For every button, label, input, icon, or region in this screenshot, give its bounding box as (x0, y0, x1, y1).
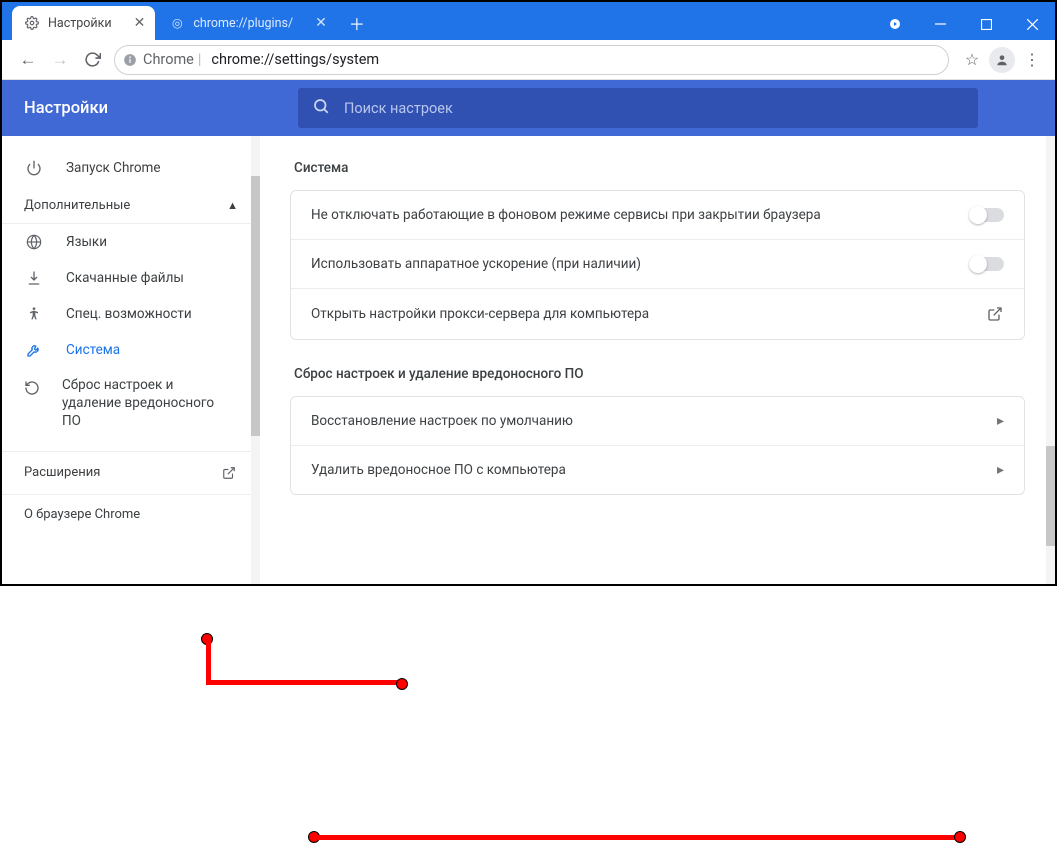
chevron-up-icon: ▲ (227, 199, 238, 212)
sidebar-link-about[interactable]: О браузере Chrome (2, 494, 260, 534)
sidebar-item-label: Запуск Chrome (66, 160, 161, 176)
address-bar: ← → Chrome | chrome://settings/system ☆ … (2, 40, 1055, 80)
sidebar: Запуск Chrome Дополнительные ▲ Языки Ска… (2, 136, 260, 584)
restore-icon (24, 378, 40, 398)
globe-icon (24, 232, 44, 252)
row-label: Открыть настройки прокси-сервера для ком… (311, 306, 649, 322)
reload-button[interactable] (76, 44, 108, 76)
row-label: Не отключать работающие в фоновом режиме… (311, 207, 821, 223)
close-icon[interactable]: ✕ (315, 15, 327, 31)
settings-main: Система Не отключать работающие в фоново… (260, 136, 1055, 584)
chevron-right-icon: ▸ (997, 413, 1004, 429)
sidebar-item-label: Сброс настроек и удаление вредоносного П… (62, 376, 234, 431)
sidebar-link-extensions[interactable]: Расширения (2, 451, 260, 494)
toggle-hardware-accel[interactable] (970, 257, 1004, 271)
profile-button[interactable] (989, 47, 1015, 73)
sidebar-section-advanced[interactable]: Дополнительные ▲ (2, 188, 260, 224)
close-icon[interactable]: ✕ (134, 15, 146, 31)
sidebar-scrollbar[interactable] (251, 136, 260, 584)
new-tab-button[interactable]: ＋ (343, 9, 371, 37)
url-prefix-text: Chrome (143, 51, 194, 68)
sidebar-item-accessibility[interactable]: Спец. возможности (2, 296, 250, 332)
tab-label: chrome://plugins/ (193, 16, 293, 31)
accessibility-icon (24, 304, 44, 324)
row-background-apps[interactable]: Не отключать работающие в фоновом режиме… (291, 191, 1024, 240)
row-proxy-settings[interactable]: Открыть настройки прокси-сервера для ком… (291, 289, 1024, 339)
tab-label: Настройки (48, 16, 112, 31)
download-icon (24, 268, 44, 288)
settings-search-input[interactable] (344, 100, 964, 117)
url-field[interactable]: Chrome | chrome://settings/system (114, 45, 949, 75)
toggle-background-apps[interactable] (970, 208, 1004, 222)
close-button[interactable] (1009, 8, 1055, 40)
sidebar-link-label: Расширения (24, 465, 100, 480)
row-label: Восстановление настроек по умолчанию (311, 413, 573, 429)
main-scrollbar[interactable] (1046, 136, 1055, 584)
sidebar-link-label: О браузере Chrome (24, 507, 140, 522)
sidebar-item-reset[interactable]: Сброс настроек и удаление вредоносного П… (2, 368, 250, 439)
forward-button[interactable]: → (44, 44, 76, 76)
row-label: Удалить вредоносное ПО с компьютера (311, 462, 566, 478)
open-external-icon (220, 464, 238, 482)
url-text: chrome://settings/system (211, 51, 379, 68)
power-icon (24, 158, 44, 178)
sidebar-item-system[interactable]: Система (2, 332, 250, 368)
bookmark-button[interactable]: ☆ (959, 47, 985, 73)
sidebar-section-label: Дополнительные (24, 198, 130, 213)
sidebar-item-label: Система (66, 342, 120, 358)
kebab-menu-button[interactable]: ⋮ (1019, 47, 1045, 73)
sidebar-item-label: Скачанные файлы (66, 270, 184, 286)
sidebar-item-label: Языки (66, 234, 107, 250)
settings-title: Настройки (24, 99, 108, 118)
tabs-strip: Настройки ✕ ◎ chrome://plugins/ ✕ ＋ (2, 6, 371, 40)
section-title-reset: Сброс настроек и удаление вредоносного П… (294, 366, 1025, 382)
chrome-icon: ◎ (169, 15, 185, 31)
maximize-button[interactable] (963, 8, 1009, 40)
sidebar-item-languages[interactable]: Языки (2, 224, 250, 260)
card-system: Не отключать работающие в фоновом режиме… (290, 190, 1025, 340)
search-icon (312, 97, 330, 119)
open-external-icon (986, 305, 1004, 323)
tab-plugins[interactable]: ◎ chrome://plugins/ ✕ (157, 6, 337, 40)
sync-icon[interactable] (879, 8, 911, 40)
gear-icon (24, 15, 40, 31)
row-restore-defaults[interactable]: Восстановление настроек по умолчанию ▸ (291, 397, 1024, 446)
row-remove-malware[interactable]: Удалить вредоносное ПО с компьютера ▸ (291, 446, 1024, 494)
settings-header: Настройки (2, 80, 1055, 136)
tab-settings[interactable]: Настройки ✕ (12, 6, 155, 40)
sidebar-item-downloads[interactable]: Скачанные файлы (2, 260, 250, 296)
minimize-button[interactable] (917, 8, 963, 40)
back-button[interactable]: ← (12, 44, 44, 76)
settings-search[interactable] (298, 88, 978, 128)
sidebar-item-label: Спец. возможности (66, 306, 192, 322)
row-hardware-accel[interactable]: Использовать аппаратное ускорение (при н… (291, 240, 1024, 289)
window-titlebar: Настройки ✕ ◎ chrome://plugins/ ✕ ＋ (2, 2, 1055, 40)
sidebar-item-startup[interactable]: Запуск Chrome (2, 150, 250, 186)
card-reset: Восстановление настроек по умолчанию ▸ У… (290, 396, 1025, 495)
site-info-icon[interactable]: Chrome | (123, 51, 205, 68)
section-title-system: Система (294, 160, 1025, 176)
wrench-icon (24, 340, 44, 360)
chevron-right-icon: ▸ (997, 462, 1004, 478)
row-label: Использовать аппаратное ускорение (при н… (311, 256, 641, 272)
